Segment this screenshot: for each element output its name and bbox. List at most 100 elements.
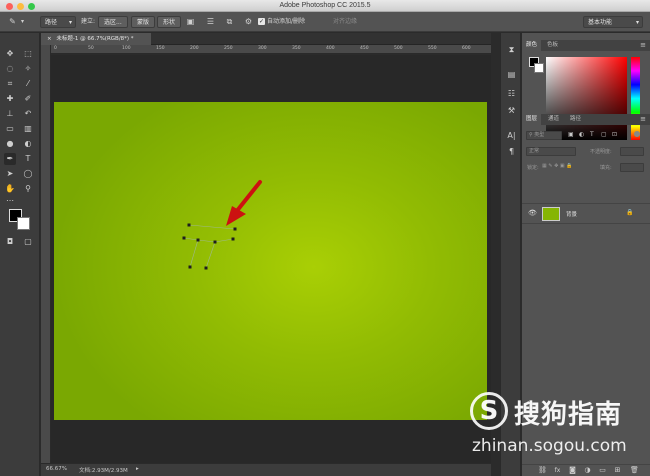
vertical-ruler[interactable] <box>41 45 51 463</box>
blend-mode-select[interactable]: 正常 <box>526 147 576 156</box>
fill-field[interactable] <box>620 163 644 172</box>
lock-icons[interactable]: ▦ ✎ ✥ ▣ 🔒 <box>542 163 572 169</box>
status-menu-icon[interactable]: ▸ <box>136 466 139 472</box>
opacity-field[interactable] <box>620 147 644 156</box>
tab-swatches[interactable]: 色板 <box>543 40 562 51</box>
make-label: 建立: <box>81 18 96 25</box>
history-panel-icon[interactable]: ⧗ <box>506 44 517 55</box>
type-tool-icon[interactable]: T <box>22 153 34 165</box>
adjustments-panel-icon[interactable]: ☷ <box>506 88 517 99</box>
color-panel-background-swatch[interactable] <box>534 63 544 73</box>
tab-channels[interactable]: 通道 <box>544 114 563 125</box>
blur-tool-icon[interactable]: ● <box>4 138 16 150</box>
panel-menu-icon[interactable]: ≡ <box>640 40 646 51</box>
path-selection-tool-icon[interactable]: ➤ <box>4 168 16 180</box>
tool-preset-chevron-icon[interactable]: ▾ <box>18 17 27 26</box>
quick-mask-icon[interactable]: ◘ <box>4 236 16 248</box>
tab-layers[interactable]: 图层 <box>522 114 542 125</box>
lock-fill-row: 锁定: ▦ ✎ ✥ ▣ 🔒 填充: <box>522 162 650 174</box>
workspace-select[interactable]: 基本功能 ▾ <box>583 16 643 28</box>
ruler-tick: 0 <box>54 46 57 51</box>
mask-button[interactable]: 蒙版 <box>131 16 156 28</box>
horizontal-ruler[interactable]: 050100150200250300350400450500550600650 <box>51 45 491 54</box>
tools-panel: ✥ ⬚ ◌ ✧ ⌗ ⁄ ✚ ✐ ⊥ ↶ ▭ ▥ ● ◐ ✒ T ➤ ◯ ✋ ⚲ … <box>0 33 40 476</box>
brush-tool-icon[interactable]: ✐ <box>22 93 34 105</box>
healing-brush-tool-icon[interactable]: ✚ <box>4 93 16 105</box>
lasso-tool-icon[interactable]: ◌ <box>4 63 16 75</box>
filter-type-icon[interactable]: T <box>590 131 594 138</box>
document-tab[interactable]: × 未标题-1 @ 66.7%(RGB/8*) * <box>41 33 151 45</box>
filter-pixel-icon[interactable]: ▣ <box>568 131 574 138</box>
close-icon[interactable]: × <box>47 36 52 42</box>
filter-adjustment-icon[interactable]: ◐ <box>579 131 584 138</box>
sogou-logo: S <box>470 392 508 430</box>
tab-paths[interactable]: 路径 <box>566 114 585 125</box>
chevron-down-icon: ▾ <box>68 19 72 26</box>
panel-menu-icon[interactable]: ≡ <box>640 114 646 125</box>
hand-tool-icon[interactable]: ✋ <box>4 183 16 195</box>
canvas[interactable] <box>54 102 487 420</box>
watermark-url: zhinan.sogou.com <box>472 436 627 456</box>
move-tool-icon[interactable]: ✥ <box>4 48 16 60</box>
mode-select-value: 路径 <box>45 19 58 26</box>
document-size-info[interactable]: 文档:2.93M/2.93M <box>79 466 128 474</box>
properties-panel-icon[interactable]: ▤ <box>506 69 517 80</box>
layer-filter-row: ⚲ 类型 ▣ ◐ T ▢ ⊡ <box>522 130 650 142</box>
auto-add-delete-checkbox[interactable]: ✓ <box>258 18 265 25</box>
layer-thumbnail <box>542 207 560 221</box>
crop-tool-icon[interactable]: ⌗ <box>4 78 16 90</box>
eye-icon[interactable]: 👁 <box>528 209 537 217</box>
paragraph-panel-icon[interactable]: ¶ <box>506 146 517 157</box>
layer-row-background[interactable]: 👁 背景 🔒 <box>522 203 650 224</box>
pen-tool-icon[interactable]: ✎ <box>8 17 17 26</box>
ruler-tick: 600 <box>462 46 471 51</box>
filter-toggle-icon[interactable] <box>634 131 640 137</box>
watermark-brand: 搜狗指南 <box>514 400 623 430</box>
color-spectrum-picker[interactable] <box>546 57 627 140</box>
eyedropper-tool-icon[interactable]: ⁄ <box>22 78 34 90</box>
path-arrangement-icon[interactable]: ⧉ <box>225 17 234 26</box>
background-color-swatch[interactable] <box>17 217 30 230</box>
ruler-tick: 50 <box>88 46 94 51</box>
ruler-tick: 300 <box>258 46 267 51</box>
dodge-tool-icon[interactable]: ◐ <box>22 138 34 150</box>
gradient-tool-icon[interactable]: ▥ <box>22 123 34 135</box>
lock-icon: 🔒 <box>626 209 634 216</box>
path-operations-icon[interactable]: ▣ <box>186 17 195 26</box>
hue-slider[interactable] <box>631 57 640 140</box>
options-bar: ✎ ▾ 路径 ▾ 建立: 选区... 蒙版 形状 ▣ ☰ ⧉ ⚙ ✓ 自动添加/… <box>0 12 650 32</box>
shape-button[interactable]: 形状 <box>157 16 182 28</box>
eraser-tool-icon[interactable]: ▭ <box>4 123 16 135</box>
magic-wand-tool-icon[interactable]: ✧ <box>22 63 34 75</box>
ruler-tick: 150 <box>156 46 165 51</box>
screen-mode-icon[interactable]: ▢ <box>22 236 34 248</box>
history-brush-tool-icon[interactable]: ↶ <box>22 108 34 120</box>
filter-smart-object-icon[interactable]: ⊡ <box>612 131 617 138</box>
more-tools-icon[interactable]: ⋯ <box>4 195 16 207</box>
clone-stamp-tool-icon[interactable]: ⊥ <box>4 108 16 120</box>
document-tab-title: 未标题-1 @ 66.7%(RGB/8*) * <box>56 36 134 42</box>
blend-opacity-row: 正常 不透明度: <box>522 146 650 158</box>
zoom-tool-icon[interactable]: ⚲ <box>22 183 34 195</box>
pen-tool-icon[interactable]: ✒ <box>4 153 16 165</box>
marquee-tool-icon[interactable]: ⬚ <box>22 48 34 60</box>
ruler-tick: 400 <box>326 46 335 51</box>
selection-button[interactable]: 选区... <box>98 16 128 28</box>
zoom-level[interactable]: 66.67% <box>46 466 67 472</box>
tool-presets-icon[interactable]: ⚒ <box>506 105 517 116</box>
sogou-watermark: S 搜狗指南 zhinan.sogou.com <box>470 388 635 468</box>
path-alignment-icon[interactable]: ☰ <box>206 17 215 26</box>
tab-color[interactable]: 颜色 <box>522 40 542 51</box>
filter-shape-icon[interactable]: ▢ <box>601 131 607 138</box>
kind-filter-select[interactable]: ⚲ 类型 <box>526 131 562 140</box>
kind-filter-value: 类型 <box>534 132 545 138</box>
align-edges-label: 对齐边缘 <box>333 18 358 25</box>
ruler-tick: 200 <box>190 46 199 51</box>
mode-select[interactable]: 路径 ▾ <box>40 16 76 28</box>
character-panel-icon[interactable]: A| <box>506 130 517 141</box>
ruler-tick: 350 <box>292 46 301 51</box>
gear-icon[interactable]: ⚙ <box>244 17 253 26</box>
layer-name[interactable]: 背景 <box>566 210 577 218</box>
shape-tool-icon[interactable]: ◯ <box>22 168 34 180</box>
color-panel-tabs: 颜色 色板 ≡ <box>522 40 650 51</box>
